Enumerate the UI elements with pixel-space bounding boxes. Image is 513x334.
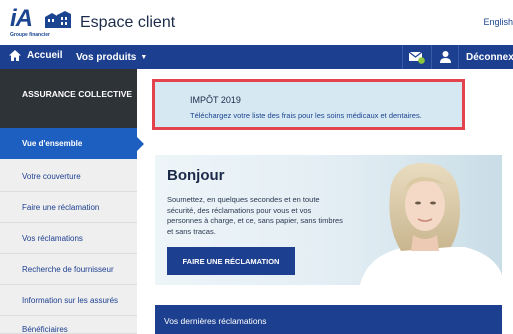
user-icon	[439, 51, 451, 63]
logo-wordmark: iA	[10, 5, 33, 32]
nav-products-dropdown[interactable]: Vos produits ▼	[76, 52, 147, 63]
sidebar-item-provider-search[interactable]: Recherche de fournisseur	[0, 254, 137, 285]
nav-home-label: Accueil	[27, 50, 63, 61]
building-logo-icon	[45, 11, 71, 28]
app-title: Espace client	[80, 14, 176, 31]
mail-notification-icon	[409, 51, 425, 64]
hero-title: Bonjour	[167, 167, 225, 184]
sidebar-heading: ASSURANCE COLLECTIVE	[0, 69, 137, 128]
nav-home[interactable]: Accueil	[9, 50, 63, 61]
logout-button[interactable]: Déconnexion	[458, 45, 513, 69]
messages-button[interactable]	[402, 45, 431, 69]
sidebar-item-overview[interactable]: Vue d'ensemble	[0, 128, 144, 159]
home-icon	[9, 50, 21, 61]
logo-subtext: Groupe financier	[10, 32, 51, 38]
sidebar-item-coverage[interactable]: Votre couverture	[0, 161, 137, 192]
download-expenses-link[interactable]: Téléchargez votre liste des frais pour l…	[190, 111, 422, 120]
page-header: iA Groupe financier Espace client Englis…	[0, 0, 513, 45]
sidebar-item-beneficiaries[interactable]: Bénéficiaires	[0, 319, 137, 334]
make-claim-button[interactable]: FAIRE UNE RÉCLAMATION	[167, 247, 295, 275]
caret-down-icon: ▼	[140, 54, 148, 61]
main-navbar: Accueil Vos produits▼ Déconnexion	[0, 45, 513, 69]
sidebar: ASSURANCE COLLECTIVE Vue d'ensemble Votr…	[0, 69, 144, 334]
latest-claims-header: Vos dernières réclamations	[155, 305, 502, 334]
profile-button[interactable]	[431, 45, 458, 69]
hero-text: Soumettez, en quelques secondes et en to…	[167, 195, 343, 236]
nav-products-label: Vos produits	[76, 52, 137, 63]
welcome-hero: Bonjour Soumettez, en quelques secondes …	[155, 155, 502, 285]
sidebar-item-make-claim[interactable]: Faire une réclamation	[0, 192, 137, 223]
ia-logo[interactable]: iA Groupe financier	[10, 5, 74, 38]
sidebar-item-insured-info[interactable]: Information sur les assurés	[0, 285, 137, 316]
sidebar-item-claims[interactable]: Vos réclamations	[0, 223, 137, 254]
tax-notice-banner: IMPÔT 2019 Téléchargez votre liste des f…	[152, 79, 465, 130]
language-link[interactable]: English	[483, 17, 513, 27]
notice-title: IMPÔT 2019	[190, 95, 241, 105]
